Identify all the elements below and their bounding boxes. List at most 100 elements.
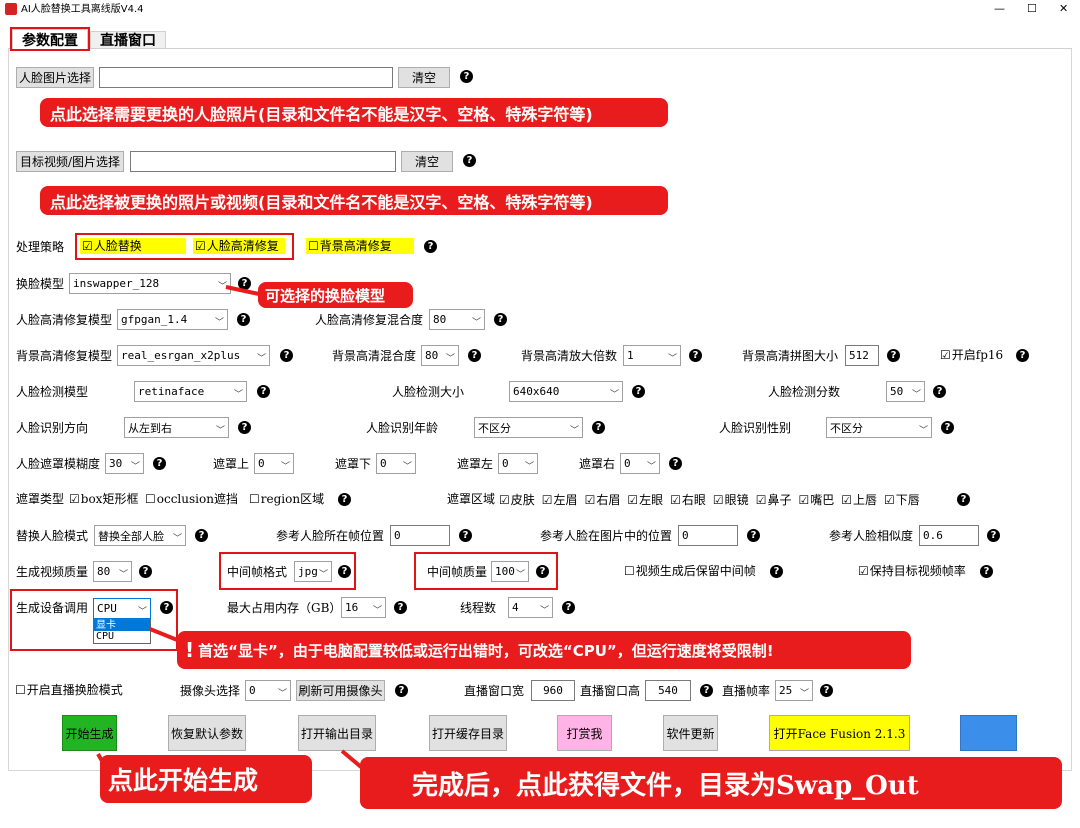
threads-select[interactable]: 4 ﹀ xyxy=(508,597,553,618)
help-icon[interactable]: ? xyxy=(280,349,293,362)
minimize-icon[interactable]: — xyxy=(994,1,1005,17)
mask-blur-select[interactable]: 30 ﹀ xyxy=(105,453,144,474)
fp16-checkbox[interactable]: ☑ 开启fp16 xyxy=(940,348,1003,362)
mask-type-region-checkbox[interactable]: ☐ region区域 xyxy=(249,492,324,506)
enhance-blend-select[interactable]: 80 ﹀ xyxy=(429,309,485,330)
help-icon[interactable]: ? xyxy=(592,421,605,434)
mask-left-select[interactable]: 0 ﹀ xyxy=(498,453,538,474)
face-image-path-input[interactable] xyxy=(99,67,393,88)
maximize-icon[interactable]: ☐ xyxy=(1027,1,1037,17)
mem-select[interactable]: 16 ﹀ xyxy=(341,597,386,618)
keep-fps-checkbox[interactable]: ☑ 保持目标视频帧率 xyxy=(858,564,966,578)
start-button[interactable]: 开始生成 xyxy=(62,715,117,751)
recog-age-select[interactable]: 不区分 ﹀ xyxy=(474,417,583,438)
help-icon[interactable]: ? xyxy=(238,421,251,434)
mask-region-checkbox[interactable]: ☑ 眼镜 xyxy=(713,492,749,508)
help-icon[interactable]: ? xyxy=(459,529,472,542)
help-icon[interactable]: ? xyxy=(460,70,473,83)
help-icon[interactable]: ? xyxy=(195,529,208,542)
help-icon[interactable]: ? xyxy=(669,457,682,470)
help-icon[interactable]: ? xyxy=(463,154,476,167)
help-icon[interactable]: ? xyxy=(1016,349,1029,362)
detect-size-select[interactable]: 640x640 ﹀ xyxy=(509,381,623,402)
target-clear-button[interactable]: 清空 xyxy=(401,151,453,172)
help-icon[interactable]: ? xyxy=(941,421,954,434)
help-icon[interactable]: ? xyxy=(394,601,407,614)
help-icon[interactable]: ? xyxy=(887,349,900,362)
mask-region-checkbox[interactable]: ☑ 上唇 xyxy=(841,492,877,508)
face-image-select-button[interactable]: 人脸图片选择 xyxy=(16,67,94,88)
tip-button[interactable]: 打赏我 xyxy=(557,715,612,751)
help-icon[interactable]: ? xyxy=(770,565,783,578)
help-icon[interactable]: ? xyxy=(139,565,152,578)
help-icon[interactable]: ? xyxy=(257,385,270,398)
enhance-model-select[interactable]: gfpgan_1.4 ﹀ xyxy=(117,309,228,330)
swap-model-select[interactable]: inswapper_128 ﹀ xyxy=(69,273,231,294)
mask-bottom-select[interactable]: 0 ﹀ xyxy=(376,453,416,474)
help-icon[interactable]: ? xyxy=(153,457,166,470)
recog-gender-select[interactable]: 不区分 ﹀ xyxy=(826,417,932,438)
mask-top-select[interactable]: 0 ﹀ xyxy=(254,453,294,474)
bg-model-select[interactable]: real_esrgan_x2plus ﹀ xyxy=(117,345,270,366)
tab-live[interactable]: 直播窗口 xyxy=(90,31,166,49)
ref-sim-input[interactable]: 0.6 xyxy=(919,525,979,546)
mask-type-occlusion-checkbox[interactable]: ☐ occlusion遮挡 xyxy=(145,492,238,506)
mask-right-select[interactable]: 0 ﹀ xyxy=(620,453,660,474)
open-cache-button[interactable]: 打开缓存目录 xyxy=(429,715,507,751)
bg-blend-select[interactable]: 80 ﹀ xyxy=(421,345,459,366)
ref-frame-input[interactable]: 0 xyxy=(390,525,450,546)
help-icon[interactable]: ? xyxy=(820,684,833,697)
help-icon[interactable]: ? xyxy=(987,529,1000,542)
camera-select[interactable]: 0 ﹀ xyxy=(245,680,291,701)
mask-region-checkbox[interactable]: ☑ 左眉 xyxy=(542,492,578,508)
help-icon[interactable]: ? xyxy=(494,313,507,326)
help-icon[interactable]: ? xyxy=(700,684,713,697)
help-icon[interactable]: ? xyxy=(424,240,437,253)
help-icon[interactable]: ? xyxy=(980,565,993,578)
update-button[interactable]: 软件更新 xyxy=(663,715,718,751)
bg-scale-select[interactable]: 1 ﹀ xyxy=(623,345,681,366)
video-quality-select[interactable]: 80 ﹀ xyxy=(93,561,132,582)
help-icon[interactable]: ? xyxy=(338,493,351,506)
mask-region-checkbox[interactable]: ☑ 皮肤 xyxy=(499,492,535,508)
replace-mode-select[interactable]: 替换全部人脸 ﹀ xyxy=(94,525,186,546)
mask-region-checkbox[interactable]: ☑ 下唇 xyxy=(884,492,920,508)
live-mode-checkbox[interactable]: ☐ 开启直播换脸模式 xyxy=(15,683,123,697)
help-icon[interactable]: ? xyxy=(933,385,946,398)
reset-button[interactable]: 恢复默认参数 xyxy=(168,715,246,751)
open-facefusion-button[interactable]: 打开Face Fusion 2.1.3 xyxy=(769,715,910,751)
help-icon[interactable]: ? xyxy=(632,385,645,398)
help-icon[interactable]: ? xyxy=(395,684,408,697)
help-icon[interactable]: ? xyxy=(957,493,970,506)
replace-mode-label: 替换人脸模式 xyxy=(16,529,89,543)
mask-region-checkbox[interactable]: ☑ 右眼 xyxy=(670,492,706,508)
target-select-button[interactable]: 目标视频/图片选择 xyxy=(16,151,124,172)
help-icon[interactable]: ? xyxy=(562,601,575,614)
mask-region-checkbox[interactable]: ☑ 鼻子 xyxy=(756,492,792,508)
mask-region-checkbox[interactable]: ☑ 左眼 xyxy=(627,492,663,508)
qq-group-button[interactable]: 打开QQ群 xyxy=(960,715,1017,751)
live-fps-select[interactable]: 25 ﹀ xyxy=(775,680,813,701)
detect-model-select[interactable]: retinaface ﹀ xyxy=(134,381,247,402)
live-height-input[interactable]: 540 xyxy=(645,680,691,701)
mask-region-checkbox[interactable]: ☑ 右眉 xyxy=(585,492,621,508)
close-icon[interactable]: ✕ xyxy=(1059,1,1068,17)
recog-dir-select[interactable]: 从左到右 ﹀ xyxy=(124,417,229,438)
callout-start-text: 点此开始生成 xyxy=(108,766,259,795)
bg-tile-input[interactable]: 512 xyxy=(845,345,879,366)
help-icon[interactable]: ? xyxy=(468,349,481,362)
help-icon[interactable]: ? xyxy=(689,349,702,362)
help-icon[interactable]: ? xyxy=(747,529,760,542)
mask-region-checkbox[interactable]: ☑ 嘴巴 xyxy=(798,492,834,508)
target-path-input[interactable] xyxy=(130,151,396,172)
keep-frames-checkbox[interactable]: ☐ 视频生成后保留中间帧 xyxy=(624,564,756,578)
help-icon[interactable]: ? xyxy=(237,313,250,326)
open-output-button[interactable]: 打开输出目录 xyxy=(298,715,376,751)
mask-type-box-checkbox[interactable]: ☑ box矩形框 xyxy=(69,492,138,506)
face-image-clear-button[interactable]: 清空 xyxy=(398,67,450,88)
strategy-bg-enhance-checkbox[interactable]: ☐ 背景高清修复 xyxy=(308,239,392,253)
live-width-input[interactable]: 960 xyxy=(531,680,575,701)
detect-score-select[interactable]: 50 ﹀ xyxy=(886,381,925,402)
ref-pos-input[interactable]: 0 xyxy=(678,525,738,546)
refresh-camera-button[interactable]: 刷新可用摄像头 xyxy=(296,680,385,701)
